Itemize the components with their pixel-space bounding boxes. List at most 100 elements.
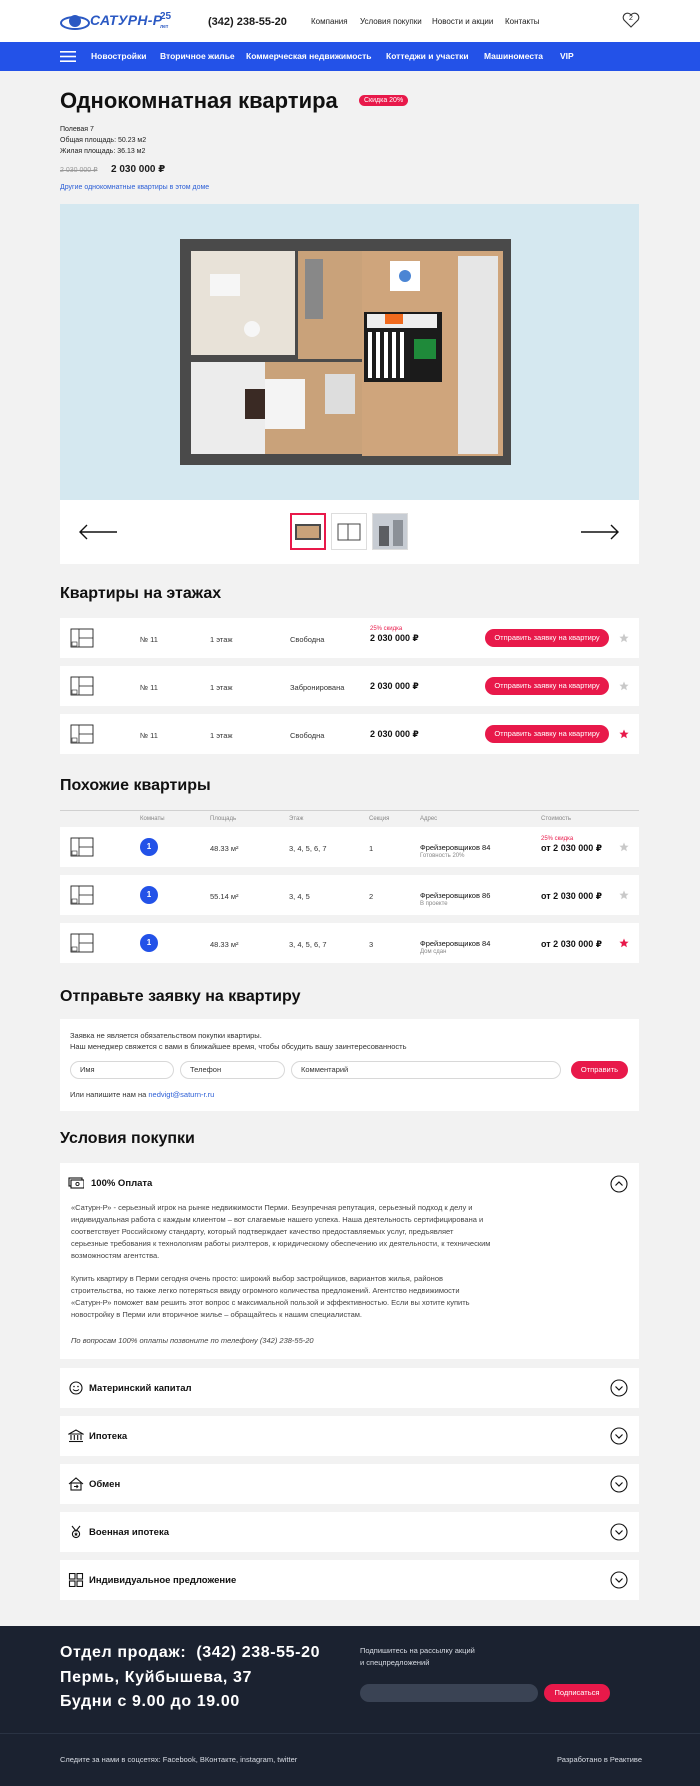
phone-input[interactable]: Телефон bbox=[180, 1061, 285, 1079]
chevron-down-icon[interactable] bbox=[610, 1379, 628, 1397]
similar-row-area: 48.33 м² bbox=[210, 844, 239, 853]
similar-row-price: от 2 030 000 ₽ bbox=[541, 891, 602, 901]
floors-heading: Квартиры на этажах bbox=[60, 585, 222, 602]
similar-heading: Похожие квартиры bbox=[60, 777, 211, 794]
listing-total-area: Общая площадь: 50.23 м2 bbox=[60, 137, 147, 144]
nav-vip[interactable]: VIP bbox=[560, 51, 574, 61]
accordion-exchange[interactable] bbox=[60, 1464, 639, 1504]
chevron-up-icon[interactable] bbox=[610, 1175, 628, 1193]
request-flat-button[interactable]: Отправить заявку на квартиру bbox=[485, 629, 609, 647]
footer-phone[interactable]: (342) 238-55-20 bbox=[196, 1644, 320, 1661]
accordion-maternity-capital-title[interactable]: Материнский капитал bbox=[89, 1383, 192, 1394]
col-area: Площадь bbox=[210, 816, 237, 822]
subscribe-email-input[interactable] bbox=[360, 1684, 538, 1702]
col-address: Адрес bbox=[420, 816, 438, 822]
discount-tag: 25% скидка bbox=[370, 626, 403, 632]
chevron-down-icon[interactable] bbox=[610, 1571, 628, 1589]
gallery-thumb-3[interactable] bbox=[372, 513, 408, 550]
accordion-mortgage-title[interactable]: Ипотека bbox=[89, 1431, 127, 1442]
floor-row-number: № 11 bbox=[140, 683, 158, 692]
floor-row-number: № 11 bbox=[140, 635, 158, 644]
accordion-military-mortgage-title[interactable]: Военная ипотека bbox=[89, 1527, 169, 1538]
logo-years: 25 лет bbox=[160, 11, 172, 31]
topnav-terms[interactable]: Условия покупки bbox=[360, 17, 422, 26]
floorplan-image bbox=[180, 239, 511, 465]
similar-row-address-note: Готовность 20% bbox=[420, 853, 465, 859]
chevron-down-icon[interactable] bbox=[610, 1523, 628, 1541]
nav-secondary[interactable]: Вторичное жилье bbox=[160, 51, 235, 61]
similar-row-address: Фрейзеровщиков 84 bbox=[420, 939, 491, 948]
menu-icon[interactable] bbox=[60, 51, 76, 62]
old-price: 2 030 000 ₽ bbox=[60, 167, 98, 174]
request-note-1: Заявка не является обязательством покупк… bbox=[70, 1031, 262, 1040]
cash-icon bbox=[68, 1177, 84, 1189]
floor-row-price: 2 030 000 ₽ bbox=[370, 729, 419, 739]
name-input[interactable]: Имя bbox=[70, 1061, 174, 1079]
arrow-right-icon[interactable] bbox=[580, 523, 620, 541]
floor-row-floor: 1 этаж bbox=[210, 635, 233, 644]
star-icon[interactable] bbox=[619, 633, 629, 643]
col-floor: Этаж bbox=[289, 816, 304, 822]
request-email-line: Или напишите нам на nedvigt@saturn-r.ru bbox=[70, 1090, 215, 1099]
floorplan-icon bbox=[70, 676, 94, 696]
nav-commercial[interactable]: Коммерческая недвижимость bbox=[246, 51, 371, 61]
rooms-badge: 1 bbox=[140, 886, 158, 904]
accordion-individual-offer-title[interactable]: Индивидуальное предложение bbox=[89, 1575, 236, 1586]
listing-street: Полевая 7 bbox=[60, 126, 94, 133]
footer-sales: Отдел продаж: (342) 238-55-20 bbox=[60, 1644, 321, 1661]
chevron-down-icon[interactable] bbox=[610, 1427, 628, 1445]
footer-credit[interactable]: Разработано в Реактиве bbox=[557, 1755, 642, 1764]
footer-social[interactable]: Следите за нами в соцсетях: Facebook, ВК… bbox=[60, 1755, 297, 1764]
request-flat-button[interactable]: Отправить заявку на квартиру bbox=[485, 725, 609, 743]
subscribe-button[interactable]: Подписаться bbox=[544, 1684, 610, 1702]
gallery-thumb-2[interactable] bbox=[331, 513, 367, 550]
topnav-contacts[interactable]: Контакты bbox=[505, 17, 540, 26]
col-rooms: Комнаты bbox=[140, 816, 165, 822]
star-icon[interactable] bbox=[619, 842, 629, 852]
floorplan-icon bbox=[70, 837, 94, 857]
topnav-company[interactable]: Компания bbox=[311, 17, 348, 26]
similar-row-area: 48.33 м² bbox=[210, 940, 239, 949]
similar-row-section: 1 bbox=[369, 844, 374, 853]
floorplan-gallery bbox=[60, 204, 639, 500]
arrow-left-icon[interactable] bbox=[78, 523, 118, 541]
floor-row-status: Забронирована bbox=[290, 683, 345, 692]
terms-paragraph-3: По вопросам 100% оплаты позвоните по тел… bbox=[71, 1336, 314, 1345]
terms-paragraph-2: Купить квартиру в Перми сегодня очень пр… bbox=[71, 1274, 470, 1319]
comment-input[interactable]: Комментарий bbox=[291, 1061, 561, 1079]
price: 2 030 000 ₽ bbox=[111, 164, 166, 175]
header-phone[interactable]: (342) 238-55-20 bbox=[208, 16, 287, 28]
request-heading: Отправьте заявку на квартиру bbox=[60, 988, 301, 1005]
accordion-title-full-payment[interactable]: 100% Оплата bbox=[91, 1178, 152, 1189]
col-price: Стоимость bbox=[541, 816, 572, 822]
floorplan-icon bbox=[70, 885, 94, 905]
floor-row-status: Свободна bbox=[290, 731, 325, 740]
star-icon[interactable] bbox=[619, 729, 629, 739]
other-flats-link[interactable]: Другие однокомнатные квартиры в этом дом… bbox=[60, 184, 209, 191]
email-link[interactable]: nedvigt@saturn-r.ru bbox=[148, 1090, 214, 1099]
col-section: Секция bbox=[369, 816, 390, 822]
accordion-exchange-title[interactable]: Обмен bbox=[89, 1479, 120, 1490]
star-icon[interactable] bbox=[619, 681, 629, 691]
footer-hours: Будни с 9.00 до 19.00 bbox=[60, 1693, 240, 1710]
submit-button[interactable]: Отправить bbox=[571, 1061, 628, 1079]
nav-new-buildings[interactable]: Новостройки bbox=[91, 51, 147, 61]
similar-row-floors: 3, 4, 5, 6, 7 bbox=[289, 940, 327, 949]
similar-row-price: от 2 030 000 ₽ bbox=[541, 939, 602, 949]
star-icon[interactable] bbox=[619, 938, 629, 948]
chevron-down-icon[interactable] bbox=[610, 1475, 628, 1493]
nav-cottages[interactable]: Коттеджи и участки bbox=[386, 51, 469, 61]
discount-badge: Скидка 20% bbox=[359, 95, 409, 106]
request-flat-button[interactable]: Отправить заявку на квартиру bbox=[485, 677, 609, 695]
footer-divider bbox=[0, 1733, 700, 1734]
nav-parking[interactable]: Машиноместа bbox=[484, 51, 543, 61]
similar-row-section: 3 bbox=[369, 940, 374, 949]
star-icon[interactable] bbox=[619, 890, 629, 900]
similar-row-price: от 2 030 000 ₽ bbox=[541, 843, 602, 853]
floorplan-icon bbox=[70, 933, 94, 953]
similar-row-section: 2 bbox=[369, 892, 374, 901]
topnav-news[interactable]: Новости и акции bbox=[432, 17, 493, 26]
accordion-mortgage[interactable] bbox=[60, 1416, 639, 1456]
gallery-thumb-1[interactable] bbox=[290, 513, 326, 550]
similar-row-address-note: Дом сдан bbox=[420, 949, 447, 955]
